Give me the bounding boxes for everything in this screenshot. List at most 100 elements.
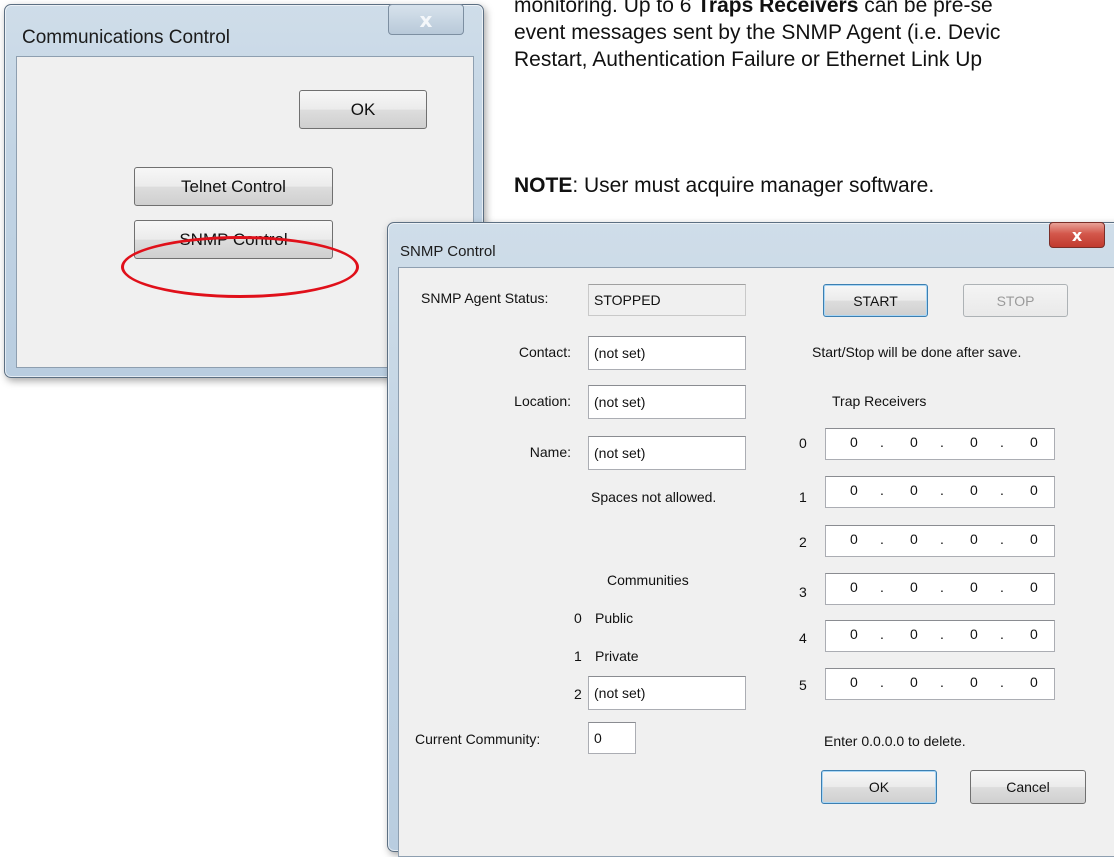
name-field[interactable]: (not set) (588, 436, 746, 470)
ip-dot: . (880, 531, 884, 547)
ip-octet: 0 (970, 579, 978, 595)
agent-status-value: STOPPED (594, 292, 661, 308)
document-text: monitoring. Up to 6 (514, 0, 698, 17)
ip-octet: 0 (970, 674, 978, 690)
community-2-value: (not set) (594, 685, 646, 701)
start-stop-note: Start/Stop will be done after save. (812, 344, 1022, 360)
ip-octet: 0 (850, 626, 858, 642)
community-value: Private (595, 648, 639, 664)
document-line-2: event messages sent by the SNMP Agent (i… (514, 21, 1001, 44)
ip-octet: 0 (850, 579, 858, 595)
document-paragraph: monitoring. Up to 6 Traps Receivers can … (514, 0, 1114, 73)
ip-dot: . (940, 579, 944, 595)
spaces-note: Spaces not allowed. (591, 489, 717, 505)
close-button[interactable]: x (388, 4, 464, 35)
name-value: (not set) (594, 445, 646, 461)
location-label: Location: (514, 393, 571, 409)
contact-label: Contact: (518, 344, 571, 360)
ip-octet: 0 (970, 434, 978, 450)
ip-dot: . (880, 482, 884, 498)
ip-dot: . (940, 531, 944, 547)
trap-receiver-index: 0 (799, 435, 807, 451)
ip-octet: 0 (850, 531, 858, 547)
document-line-1: monitoring. Up to 6 Traps Receivers can … (514, 0, 1114, 19)
ip-dot: . (940, 434, 944, 450)
ip-octet: 0 (1030, 626, 1038, 642)
ip-octet: 0 (910, 579, 918, 595)
ip-dot: . (1000, 674, 1004, 690)
telnet-control-button[interactable]: Telnet Control (134, 167, 333, 206)
note-label: NOTE (514, 174, 573, 197)
ip-dot: . (940, 674, 944, 690)
contact-value: (not set) (594, 345, 646, 361)
ip-dot: . (940, 626, 944, 642)
close-icon: x (1071, 225, 1083, 245)
ip-dot: . (940, 482, 944, 498)
agent-status-label: SNMP Agent Status: (421, 290, 549, 306)
document-text: can be pre-se (858, 0, 993, 17)
ip-octet: 0 (850, 482, 858, 498)
window-title: Communications Control (22, 27, 231, 48)
ok-button[interactable]: OK (821, 770, 937, 804)
ip-dot: . (880, 626, 884, 642)
community-index: 1 (574, 648, 582, 664)
name-label: Name: (529, 444, 571, 460)
community-index: 2 (574, 686, 582, 702)
ip-octet: 0 (970, 531, 978, 547)
ip-octet: 0 (910, 531, 918, 547)
trap-receiver-index: 3 (799, 584, 807, 600)
current-community-label: Current Community: (415, 731, 541, 747)
communities-label: Communities (607, 572, 689, 588)
trap-receiver-ip-field[interactable]: 0. 0. 0. 0 (825, 428, 1055, 460)
contact-field[interactable]: (not set) (588, 336, 746, 370)
snmp-control-window: SNMP Control x SNMP Agent Status: STOPPE… (387, 222, 1114, 857)
current-community-value: 0 (594, 730, 602, 746)
ip-dot: . (880, 674, 884, 690)
ip-octet: 0 (1030, 482, 1038, 498)
agent-status-field: STOPPED (588, 284, 746, 316)
trap-receiver-index: 5 (799, 677, 807, 693)
ip-octet: 0 (850, 434, 858, 450)
ip-dot: . (880, 579, 884, 595)
ip-dot: . (1000, 626, 1004, 642)
community-value: Public (595, 610, 634, 626)
location-field[interactable]: (not set) (588, 385, 746, 419)
ip-dot: . (1000, 579, 1004, 595)
community-index: 0 (574, 610, 582, 626)
ip-dot: . (1000, 531, 1004, 547)
ip-dot: . (880, 434, 884, 450)
ok-button[interactable]: OK (299, 90, 427, 129)
ip-octet: 0 (1030, 434, 1038, 450)
stop-button: STOP (963, 284, 1068, 317)
ip-octet: 0 (910, 482, 918, 498)
note-text: : User must acquire manager software. (572, 174, 935, 197)
highlight-circle (121, 236, 359, 298)
community-2-field[interactable]: (not set) (588, 676, 746, 710)
trap-receiver-ip-field[interactable]: 0. 0. 0. 0 (825, 668, 1055, 700)
ip-octet: 0 (970, 626, 978, 642)
trap-receivers-label: Trap Receivers (832, 393, 927, 409)
ip-octet: 0 (910, 626, 918, 642)
document-line-3: Restart, Authentication Failure or Ether… (514, 48, 983, 71)
delete-note: Enter 0.0.0.0 to delete. (824, 733, 966, 749)
ip-dot: . (1000, 482, 1004, 498)
start-button[interactable]: START (823, 284, 928, 317)
trap-receiver-index: 2 (799, 534, 807, 550)
window-title: SNMP Control (400, 243, 496, 260)
ip-octet: 0 (970, 482, 978, 498)
ip-octet: 0 (1030, 579, 1038, 595)
ip-octet: 0 (1030, 674, 1038, 690)
close-button[interactable]: x (1049, 222, 1105, 248)
client-area: SNMP Agent Status: STOPPED START STOP Co… (398, 267, 1114, 857)
cancel-button[interactable]: Cancel (970, 770, 1086, 804)
ip-octet: 0 (1030, 531, 1038, 547)
trap-receiver-ip-field[interactable]: 0. 0. 0. 0 (825, 476, 1055, 508)
trap-receiver-ip-field[interactable]: 0. 0. 0. 0 (825, 620, 1055, 652)
current-community-field[interactable]: 0 (588, 722, 636, 754)
trap-receiver-ip-field[interactable]: 0. 0. 0. 0 (825, 573, 1055, 605)
close-icon: x (419, 7, 433, 32)
trap-receiver-index: 4 (799, 630, 807, 646)
document-bold-text: Traps Receivers (697, 0, 859, 17)
ip-octet: 0 (850, 674, 858, 690)
trap-receiver-ip-field[interactable]: 0. 0. 0. 0 (825, 525, 1055, 557)
